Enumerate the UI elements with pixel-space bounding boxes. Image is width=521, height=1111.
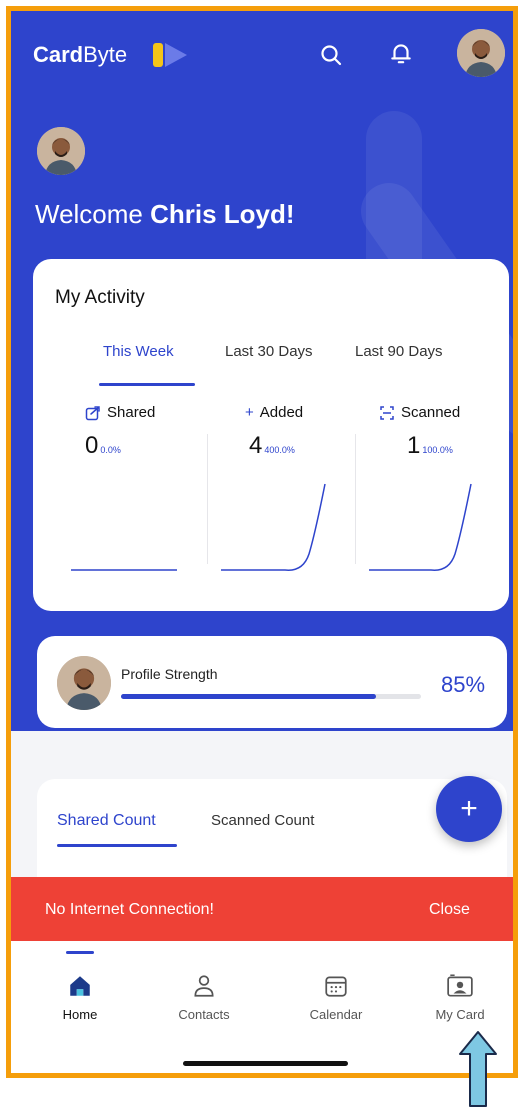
nav-item-calendar[interactable]: Calendar [291, 969, 381, 1022]
stat-label: Shared [85, 404, 155, 421]
active-tab-indicator [99, 383, 195, 386]
sparkline-chart [71, 569, 177, 571]
nav-item-my-card[interactable]: My Card [415, 969, 505, 1022]
user-avatar [57, 656, 111, 710]
user-name: Chris Loyd! [150, 199, 295, 229]
nav-label: Calendar [309, 1007, 363, 1022]
stat-divider [207, 434, 208, 564]
nav-label: Home [62, 1007, 98, 1022]
nav-label: Contacts [178, 1007, 230, 1022]
profile-strength-bar [121, 694, 421, 699]
tab-last-90-days[interactable]: Last 90 Days [355, 343, 443, 360]
home-icon [70, 976, 90, 996]
card-icon [447, 974, 473, 997]
logo-mark-icon [153, 43, 187, 67]
tab-scanned-count[interactable]: Scanned Count [211, 812, 314, 829]
calendar-icon [325, 976, 347, 997]
avatar-icon [57, 656, 111, 710]
stat-divider [355, 434, 356, 564]
contacts-icon [194, 975, 214, 997]
active-tab-indicator [57, 844, 177, 847]
profile-avatar-button[interactable] [457, 29, 505, 77]
stat-label-text: Scanned [401, 404, 461, 421]
tab-this-week[interactable]: This Week [103, 343, 174, 360]
no-connection-banner: No Internet Connection! Close [11, 877, 513, 941]
search-button[interactable] [313, 37, 349, 73]
bottom-navigation: Home Contacts Calendar My Card [11, 941, 513, 1073]
nav-label: My Card [435, 1007, 485, 1022]
banner-message: No Internet Connection! [45, 901, 214, 918]
activity-tabs: This Week Last 30 Days Last 90 Days [33, 343, 509, 386]
avatar-icon [37, 127, 85, 175]
avatar-icon [457, 29, 505, 77]
plus-icon: + [245, 404, 254, 421]
stat-label-text: Added [259, 404, 304, 421]
active-nav-indicator [66, 951, 94, 954]
nav-item-contacts[interactable]: Contacts [159, 969, 249, 1022]
profile-strength-label: Profile Strength [121, 666, 218, 682]
search-icon [321, 45, 342, 66]
stat-label-text: Shared [107, 404, 156, 421]
nav-item-home[interactable]: Home [35, 969, 125, 1022]
home-indicator-bar [183, 1061, 348, 1066]
profile-strength-card[interactable]: Profile Strength 85% [37, 636, 507, 728]
bell-icon [391, 44, 411, 64]
banner-close-button[interactable]: Close [429, 901, 470, 919]
annotation-arrow-icon [459, 1031, 497, 1107]
activity-title: My Activity [55, 287, 145, 308]
scan-icon [380, 405, 394, 420]
stat-scanned: Scanned 1 100.0% [363, 404, 513, 579]
app-screen: CardByte Welcome Chris Loyd! My Activity… [6, 6, 518, 1078]
sparkline-chart [221, 483, 326, 571]
stat-label: Scanned [379, 404, 460, 421]
tab-last-30-days[interactable]: Last 30 Days [225, 343, 313, 360]
sparkline-chart [369, 483, 472, 571]
add-fab-button[interactable]: + [436, 776, 502, 842]
profile-strength-percent: 85% [441, 672, 486, 697]
stat-label: + Added [245, 404, 303, 421]
top-bar: CardByte [11, 29, 513, 79]
activity-card: My Activity This Week Last 30 Days Last … [33, 259, 509, 611]
tab-shared-count[interactable]: Shared Count [57, 812, 156, 830]
welcome-prefix: Welcome [35, 199, 151, 229]
share-icon [85, 405, 100, 420]
logo-light-text: Byte [83, 42, 128, 67]
logo-bold-text: Card [33, 42, 84, 67]
profile-strength-bar-fill [121, 694, 376, 699]
user-avatar [37, 127, 85, 175]
notifications-button[interactable] [383, 35, 419, 71]
stat-added: + Added 4 400.0% [215, 404, 365, 579]
app-logo: CardByte [33, 42, 127, 68]
welcome-message: Welcome Chris Loyd! [35, 199, 295, 230]
stat-shared: Shared 0 0.0% [65, 404, 215, 579]
